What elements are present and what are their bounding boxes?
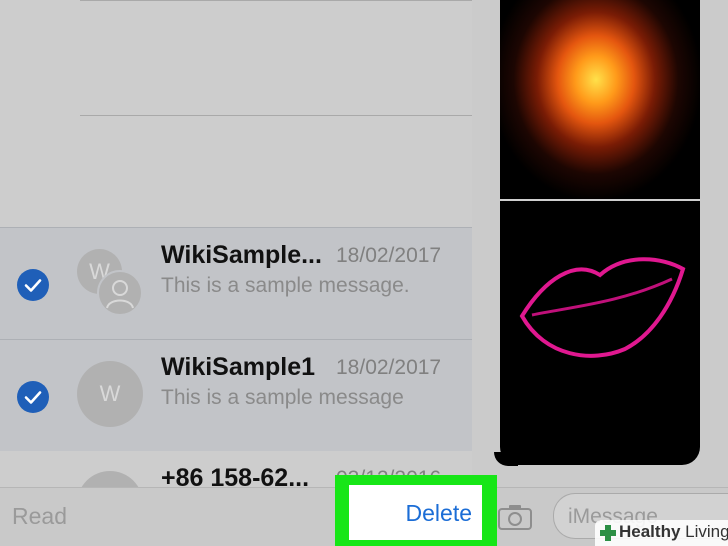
bubble-tail [494,452,518,466]
message-preview: This is a sample message [161,386,404,409]
watermark: Healthy Living [595,520,728,546]
conversation-row[interactable]: W WikiSample1 18/02/2017 This is a sampl… [0,339,473,451]
avatar-person-icon [97,270,143,316]
list-divider [80,115,473,116]
message-date: 18/02/2017 [336,244,442,267]
avatar [77,471,143,487]
avatar-initial: W [99,381,121,406]
selected-checkmark-icon[interactable] [17,269,49,301]
list-divider [80,0,473,1]
contact-name: WikiSample1 [161,353,316,381]
camera-icon[interactable] [498,504,532,535]
avatar: W [77,361,143,427]
fire-animation-image[interactable] [500,0,700,199]
contact-name: WikiSample... [161,241,322,269]
conversation-row[interactable]: W WikiSample... 18/02/2017 This is a sam… [0,227,473,339]
row-separator [0,227,473,228]
delete-highlight: Delete [335,475,497,546]
messages-screen: W WikiSample... 18/02/2017 This is a sam… [0,0,728,546]
watermark-brand-rest: Living [680,522,728,541]
conversation-preview-pane [472,0,728,487]
contact-name: +86 158-62... [161,464,310,487]
plus-cross-icon [600,525,616,541]
message-date: 18/02/2017 [336,356,442,379]
message-preview: This is a sample message. [161,274,410,297]
watermark-brand-bold: Healthy [619,522,681,541]
delete-button[interactable]: Delete [349,485,482,540]
kiss-animation-image[interactable] [500,201,700,465]
conversation-list: W WikiSample... 18/02/2017 This is a sam… [0,0,473,487]
delete-button-label: Delete [405,500,472,526]
read-button[interactable]: Read [12,503,67,530]
watermark-text: Healthy Living [619,522,728,542]
selected-checkmark-icon[interactable] [17,381,49,413]
row-separator [0,339,473,340]
